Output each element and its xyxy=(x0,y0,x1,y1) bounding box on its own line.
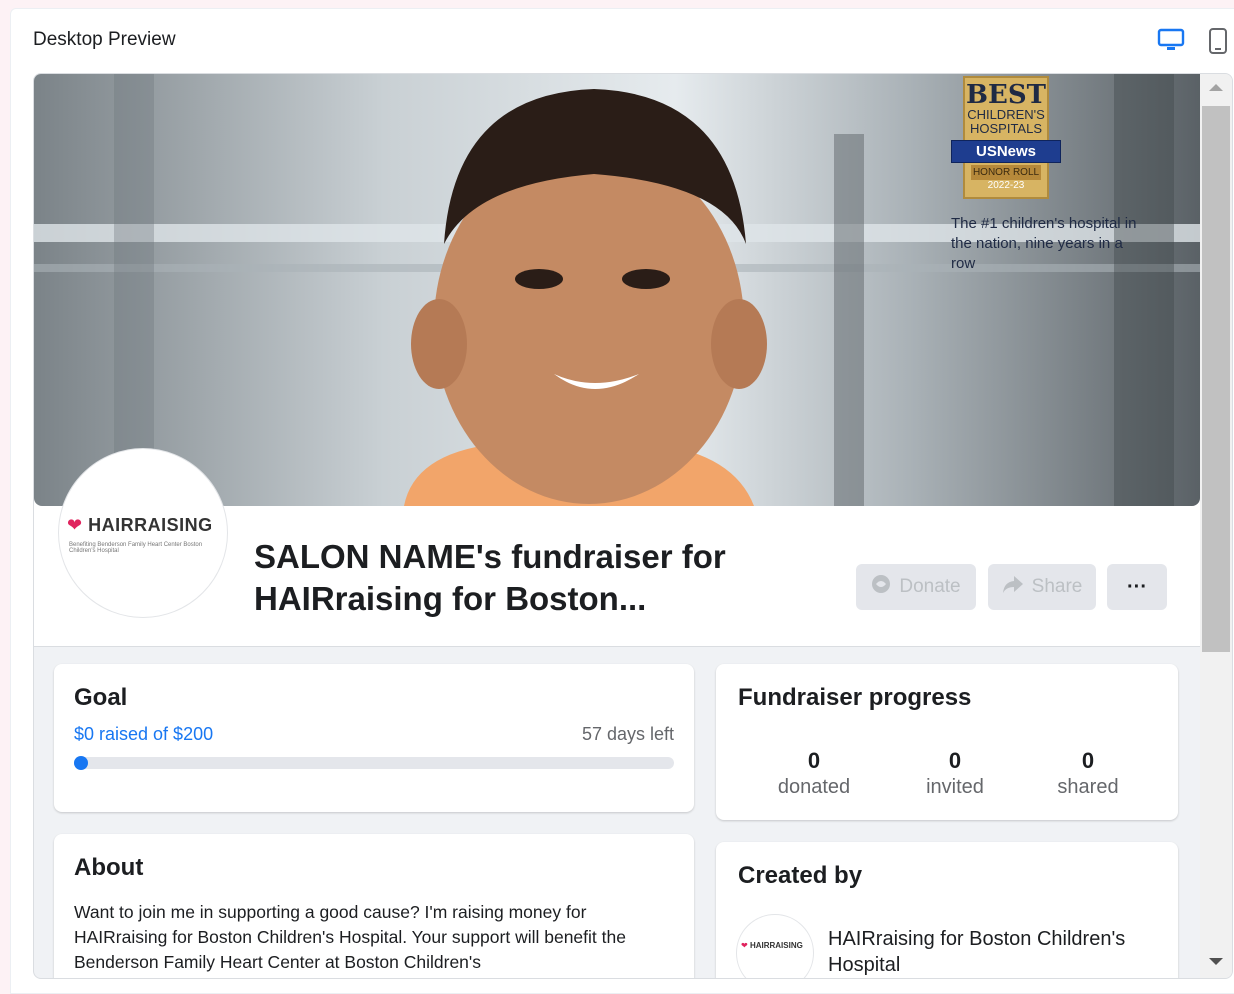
logo-subtext: Benefiting Benderson Family Heart Center… xyxy=(69,542,203,554)
mobile-icon[interactable] xyxy=(1208,27,1228,60)
stat-invited-value: 0 xyxy=(948,748,962,773)
share-label: Share xyxy=(1031,576,1083,597)
share-icon xyxy=(1002,574,1024,600)
stat-donated-label: donated xyxy=(777,776,851,798)
creator-avatar[interactable]: ❤ HAIRRAISING xyxy=(736,914,814,978)
badge-year: 2022-23 xyxy=(987,180,1025,191)
goal-progress-bar xyxy=(74,756,674,770)
hairraising-logo: ❤ HAIRRAISING Benefiting Benderson Famil… xyxy=(67,515,227,554)
more-options-button[interactable]: ··· xyxy=(1107,564,1167,610)
stat-invited: 0 invited xyxy=(885,748,1025,799)
creator-name-link[interactable]: HAIRraising for Boston Children's Hospit… xyxy=(828,926,1168,978)
preview-panel: Desktop Preview BEST CHILDREN'S HOSPITAL… xyxy=(10,8,1234,994)
about-heading: About xyxy=(74,854,144,881)
stat-shared-label: shared xyxy=(1057,776,1119,798)
best-hospitals-badge: BEST CHILDREN'S HOSPITALS USNews HONOR R… xyxy=(950,76,1062,199)
creator-logo: ❤ HAIRRAISING xyxy=(741,941,803,950)
donate-icon xyxy=(871,574,891,600)
heart-icon: ❤ xyxy=(67,515,83,535)
donate-label: Donate xyxy=(899,576,961,597)
vertical-scrollbar[interactable] xyxy=(1200,74,1232,978)
goal-heading: Goal xyxy=(74,684,128,711)
stat-shared-value: 0 xyxy=(1081,748,1095,773)
fundraiser-title: SALON NAME's fundraiser for HAIRraising … xyxy=(254,538,726,617)
cover-photo: BEST CHILDREN'S HOSPITALS USNews HONOR R… xyxy=(34,74,1200,506)
badge-ribbon: USNews xyxy=(951,140,1061,163)
stat-donated-value: 0 xyxy=(807,748,821,773)
created-by-card: Created by ❤ HAIRRAISING HAIRraising for… xyxy=(716,842,1178,978)
goal-progress-fill xyxy=(74,756,88,770)
goal-card: Goal $0 raised of $200 57 days left xyxy=(54,664,694,812)
logo-wordmark: ❤ HAIRRAISING xyxy=(67,515,213,535)
scroll-up-arrow-icon[interactable] xyxy=(1209,84,1223,91)
days-left: 57 days left xyxy=(581,724,674,744)
badge-honor-roll: HONOR ROLL xyxy=(971,165,1041,180)
progress-heading: Fundraiser progress xyxy=(738,684,972,711)
fundraiser-preview: BEST CHILDREN'S HOSPITALS USNews HONOR R… xyxy=(33,73,1233,979)
about-text: Want to join me in supporting a good cau… xyxy=(74,902,626,972)
preview-scroll-area: BEST CHILDREN'S HOSPITALS USNews HONOR R… xyxy=(34,74,1200,978)
heart-icon: ❤ xyxy=(741,941,748,950)
badge-best-text: BEST xyxy=(966,80,1046,110)
stat-shared: 0 shared xyxy=(1018,748,1158,799)
donate-button[interactable]: Donate xyxy=(856,564,976,610)
panel-title: Desktop Preview xyxy=(33,29,176,50)
desktop-icon[interactable] xyxy=(1157,27,1185,58)
scroll-down-arrow-icon[interactable] xyxy=(1209,958,1223,965)
badge-line-2: HOSPITALS xyxy=(969,121,1042,136)
fundraiser-progress-card: Fundraiser progress 0 donated 0 invited … xyxy=(716,664,1178,820)
organization-avatar[interactable]: ❤ HAIRRAISING Benefiting Benderson Famil… xyxy=(58,448,228,618)
badge-line-1: CHILDREN'S xyxy=(967,107,1045,122)
created-by-heading: Created by xyxy=(738,862,863,889)
stat-invited-label: invited xyxy=(926,776,984,798)
stat-donated: 0 donated xyxy=(744,748,884,799)
scroll-thumb[interactable] xyxy=(1202,106,1230,652)
cover-tagline: The #1 children's hospital in the nation… xyxy=(951,215,1137,272)
raised-link[interactable]: $0 raised of $200 xyxy=(74,724,213,745)
fundraiser-header: BEST CHILDREN'S HOSPITALS USNews HONOR R… xyxy=(34,74,1200,647)
share-button[interactable]: Share xyxy=(988,564,1096,610)
about-card: About Want to join me in supporting a go… xyxy=(54,834,694,978)
